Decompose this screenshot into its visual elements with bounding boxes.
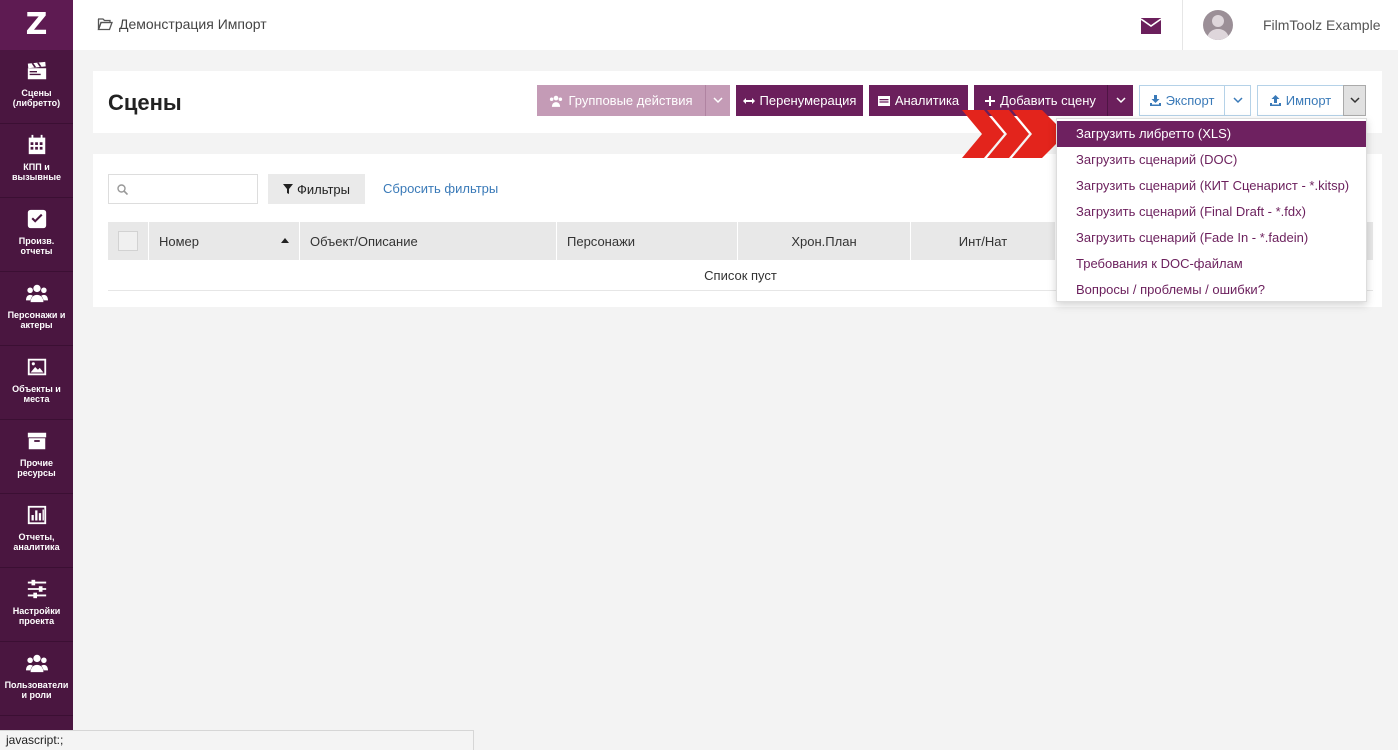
menu-item-upload-script-fdx[interactable]: Загрузить сценарий (Final Draft - *.fdx)	[1057, 199, 1366, 225]
group-actions-button[interactable]: Групповые действия	[537, 85, 705, 116]
sidebar-item-schedule[interactable]: КПП и вызывные	[0, 124, 73, 198]
search-icon	[117, 184, 128, 195]
import-label: Импорт	[1285, 93, 1332, 108]
sidebar-label: Сцены (либретто)	[12, 88, 61, 108]
sidebar-label: Пользователи и роли	[4, 680, 69, 700]
archive-box-icon	[27, 432, 46, 450]
menu-item-doc-requirements[interactable]: Требования к DOC-файлам	[1057, 251, 1366, 277]
search-input[interactable]	[108, 174, 258, 204]
analytics-label: Аналитика	[894, 93, 960, 108]
renumber-label: Перенумерация	[759, 93, 857, 108]
arrows-horizontal-icon	[742, 97, 755, 104]
menu-item-upload-script-fadein[interactable]: Загрузить сценарий (Fade In - *.fadein)	[1057, 225, 1366, 251]
sort-asc-icon	[281, 238, 289, 243]
sidebar-label: Персонажи и актеры	[7, 310, 66, 330]
sidebar-item-scenes[interactable]: Сцены (либретто)	[0, 50, 73, 124]
folder-open-icon	[97, 18, 113, 31]
plus-icon	[985, 95, 996, 106]
menu-item-questions[interactable]: Вопросы / проблемы / ошибки?	[1057, 277, 1366, 303]
column-label: Номер	[159, 233, 200, 249]
sidebar: Z Сцены (либретто) КПП и вызывные Произв…	[0, 0, 73, 750]
sidebar-item-locations[interactable]: Объекты и места	[0, 346, 73, 420]
sidebar-item-analytics[interactable]: Отчеты, аналитика	[0, 494, 73, 568]
sidebar-label: Настройки проекта	[12, 606, 61, 626]
top-bar: Демонстрация Импорт FilmToolz Example	[73, 0, 1398, 50]
import-caret[interactable]	[1343, 85, 1366, 116]
group-actions-label: Групповые действия	[568, 93, 693, 108]
project-name: Демонстрация Импорт	[119, 16, 267, 32]
export-label: Экспорт	[1165, 93, 1215, 108]
user-silhouette-icon	[1207, 15, 1229, 40]
clapperboard-icon	[27, 61, 46, 80]
column-label: Персонажи	[567, 233, 636, 249]
highlight-arrows	[962, 110, 1066, 158]
reset-filters-link[interactable]: Сбросить фильтры	[383, 181, 498, 196]
select-all-cell	[108, 222, 149, 260]
group-actions-caret[interactable]	[705, 85, 730, 116]
column-label: Хрон.План	[791, 233, 857, 249]
upload-icon	[1269, 95, 1281, 106]
chevron-down-icon	[1349, 97, 1360, 104]
users-icon	[25, 654, 48, 673]
renumber-button[interactable]: Перенумерация	[736, 85, 863, 116]
users-icon	[550, 95, 563, 107]
sidebar-item-characters[interactable]: Персонажи и актеры	[0, 272, 73, 346]
analytics-button[interactable]: Аналитика	[869, 85, 968, 116]
browser-status-bar: javascript:;	[0, 730, 474, 750]
users-icon	[25, 284, 48, 303]
sliders-icon	[27, 579, 46, 599]
column-header-characters[interactable]: Персонажи	[557, 222, 738, 260]
calendar-icon	[28, 134, 45, 155]
sidebar-label: Произв. отчеты	[18, 236, 55, 256]
import-dropdown-menu: Загрузить либретто (XLS) Загрузить сцена…	[1056, 118, 1367, 302]
sidebar-item-reports[interactable]: Произв. отчеты	[0, 198, 73, 272]
sidebar-label: Прочие ресурсы	[17, 458, 56, 478]
sidebar-label: Отчеты, аналитика	[13, 532, 60, 552]
filters-button[interactable]: Фильтры	[268, 174, 365, 204]
logo-mark: Z	[25, 7, 48, 42]
sidebar-label: Объекты и места	[12, 384, 61, 404]
app-logo[interactable]: Z	[0, 0, 73, 50]
topbar-divider	[1182, 0, 1183, 50]
sidebar-label: КПП и вызывные	[11, 162, 62, 182]
download-icon	[1149, 95, 1161, 106]
column-label: Объект/Описание	[310, 233, 418, 249]
menu-item-upload-script-doc[interactable]: Загрузить сценарий (DOC)	[1057, 147, 1366, 173]
export-button[interactable]: Экспорт	[1139, 85, 1225, 116]
page-title: Сцены	[108, 90, 182, 115]
filter-icon	[282, 184, 293, 194]
chevron-down-icon	[1115, 97, 1126, 104]
column-header-int-ext[interactable]: Инт/Нат	[911, 222, 1056, 260]
filters-label: Фильтры	[296, 181, 350, 197]
add-scene-caret[interactable]	[1107, 85, 1133, 116]
sidebar-item-users[interactable]: Пользователи и роли	[0, 642, 73, 716]
table-icon	[877, 95, 890, 106]
sidebar-item-settings[interactable]: Настройки проекта	[0, 568, 73, 642]
chevron-down-icon	[1232, 97, 1243, 104]
avatar[interactable]	[1203, 10, 1233, 40]
chevron-down-icon	[713, 97, 723, 104]
export-caret[interactable]	[1224, 85, 1251, 116]
add-scene-label: Добавить сцену	[1000, 93, 1096, 108]
image-icon	[27, 358, 46, 376]
column-header-object[interactable]: Объект/Описание	[300, 222, 557, 260]
column-header-chronology[interactable]: Хрон.План	[738, 222, 911, 260]
column-header-number[interactable]: Номер	[149, 222, 300, 260]
checkbox-icon	[27, 209, 46, 229]
select-all-checkbox[interactable]	[118, 231, 138, 251]
sidebar-item-resources[interactable]: Прочие ресурсы	[0, 420, 73, 494]
menu-item-upload-libretto-xls[interactable]: Загрузить либретто (XLS)	[1057, 121, 1366, 147]
column-label: Инт/Нат	[958, 233, 1008, 249]
bar-chart-icon	[27, 505, 46, 525]
envelope-icon[interactable]	[1141, 18, 1161, 34]
menu-item-upload-script-kitsp[interactable]: Загрузить сценарий (КИТ Сценарист - *.ki…	[1057, 173, 1366, 199]
project-selector[interactable]: Демонстрация Импорт	[97, 16, 267, 32]
user-name[interactable]: FilmToolz Example	[1263, 17, 1380, 33]
import-button[interactable]: Импорт	[1257, 85, 1344, 116]
